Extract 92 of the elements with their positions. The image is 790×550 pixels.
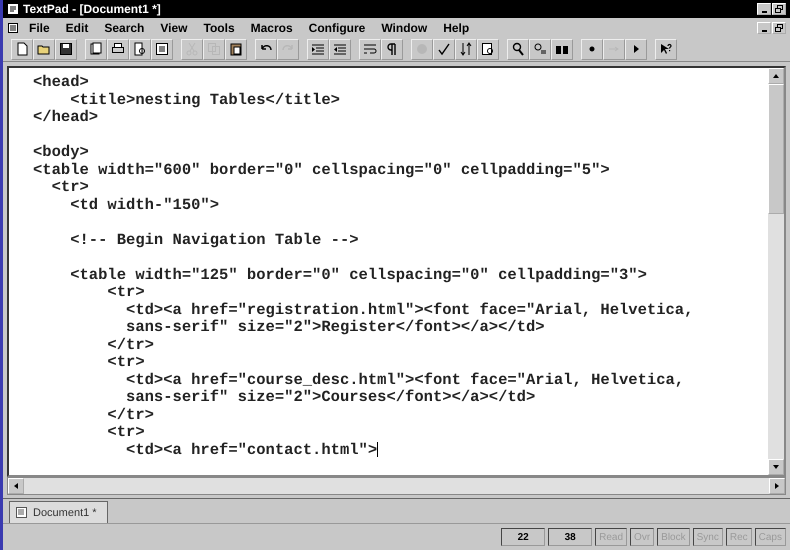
minimize-button[interactable] [757, 3, 771, 15]
scroll-up-button[interactable] [768, 68, 784, 84]
restore-button[interactable] [772, 3, 786, 15]
code-line: <body> [33, 144, 90, 162]
minimize-button[interactable] [757, 22, 771, 34]
restore-icon [774, 24, 784, 32]
code-line: </tr> [106, 336, 155, 354]
toolbar-button[interactable] [329, 38, 351, 60]
toolbar-button[interactable] [11, 38, 33, 60]
menu-item[interactable]: Tools [198, 20, 241, 34]
code-line: <!-- Begin Navigation Table --> [69, 232, 360, 249]
pages-icon [89, 42, 103, 56]
code-line: <tr> [106, 354, 146, 372]
toolbar-button[interactable] [55, 38, 77, 60]
scroll-right-button[interactable] [769, 478, 785, 494]
code-line: <tr> [106, 424, 146, 442]
toolbar-button[interactable] [129, 38, 151, 60]
menu-item[interactable]: Macros [244, 20, 299, 34]
code-line: <td><a href="course_desc.html"><font face="Arial, Helvetica, [125, 372, 686, 389]
menu-item[interactable]: Help [437, 20, 476, 34]
menu-item[interactable]: Edit [60, 20, 94, 34]
text-editor[interactable] [7, 66, 786, 477]
toolbar-button[interactable] [151, 38, 173, 60]
toolbar-button[interactable] [455, 38, 477, 60]
line-number: 22 [501, 528, 546, 546]
toolbar-button[interactable] [529, 38, 551, 60]
printer-icon [111, 42, 125, 56]
toolbar-button[interactable] [477, 38, 499, 60]
code-line: sans-serif" size="2">Courses</font></a></td> [125, 389, 536, 406]
left-arrow-icon [12, 482, 20, 490]
toolbar-button[interactable] [359, 38, 381, 60]
code-line: <td><a href="registration.html"><font face="Arial, Helvetica, [125, 302, 694, 319]
toolbar-button[interactable] [307, 38, 329, 60]
menu-item[interactable]: Search [98, 20, 150, 34]
menu-item[interactable]: View [154, 20, 194, 34]
code-line: <tr> [50, 179, 90, 196]
app-icon [7, 3, 19, 15]
toolbar-button[interactable] [655, 38, 677, 60]
outdent-lines-icon [333, 42, 347, 56]
toolbar-button[interactable] [507, 38, 529, 60]
toolbar-button[interactable] [255, 38, 277, 60]
page-search-icon [481, 42, 495, 56]
document-lines-icon [155, 42, 169, 56]
window-title: TextPad - [Document1 *] [23, 2, 162, 16]
page-magnifier-icon [133, 42, 147, 56]
right-arrow-icon [773, 482, 781, 490]
toolbar-button[interactable] [625, 38, 647, 60]
code-line: <head> [33, 74, 90, 92]
code-line: </head> [33, 109, 100, 126]
restore-button[interactable] [772, 22, 786, 34]
code-line: sans-serif" size="2">Register</font></a></td> [125, 319, 546, 336]
document-icon[interactable] [7, 22, 19, 34]
minimize-icon [762, 30, 766, 32]
word-wrap-icon [363, 42, 377, 56]
toolbar-button[interactable] [85, 38, 107, 60]
code-line: <table width="600" border="0" cellspacing="0" cellpadding="5"> [33, 162, 611, 179]
toolbar-button[interactable] [381, 38, 403, 60]
menu-item[interactable]: Window [375, 20, 434, 34]
horizontal-scrollbar[interactable] [7, 477, 786, 495]
code-line: </tr> [106, 406, 155, 424]
pointer-question-icon [659, 42, 673, 56]
toolbar-button[interactable] [433, 38, 455, 60]
toolbar-button[interactable] [225, 38, 247, 60]
minimize-icon [762, 11, 766, 13]
toolbar-button[interactable] [33, 38, 55, 60]
restore-icon [774, 5, 784, 13]
document-tab[interactable]: Document1 * [9, 501, 108, 523]
code-line: <table width="125" border="0" cellspacing="0" cellpadding="3"> [69, 266, 648, 284]
scroll-left-button[interactable] [8, 478, 24, 494]
toolbar-button[interactable] [551, 38, 573, 60]
toolbar-button[interactable] [581, 38, 603, 60]
menu-item[interactable]: File [23, 20, 56, 34]
down-arrow-icon [772, 463, 780, 471]
code-line: <td><a href="contact.html"> [125, 442, 380, 459]
clipboard-icon [229, 42, 243, 56]
scrollbar-thumb[interactable] [768, 84, 784, 214]
up-arrow-icon [772, 72, 780, 80]
toolbar-button[interactable] [107, 38, 129, 60]
column-number: 38 [548, 528, 592, 546]
code-line: <title>nesting Tables</title> [69, 92, 341, 109]
document-icon [16, 507, 27, 518]
magnifier-icon [511, 42, 525, 56]
indent-lines-icon [311, 42, 325, 56]
sort-arrows-icon [459, 42, 473, 56]
scroll-down-button[interactable] [768, 459, 784, 475]
spelling-check-icon [437, 42, 451, 56]
text-cursor [377, 442, 378, 457]
find-replace-icon [533, 42, 547, 56]
blank-page-icon [15, 42, 29, 56]
menu-item[interactable]: Configure [302, 20, 372, 34]
code-line: <tr> [106, 284, 146, 302]
code-line: <td width-"150"> [69, 196, 220, 214]
